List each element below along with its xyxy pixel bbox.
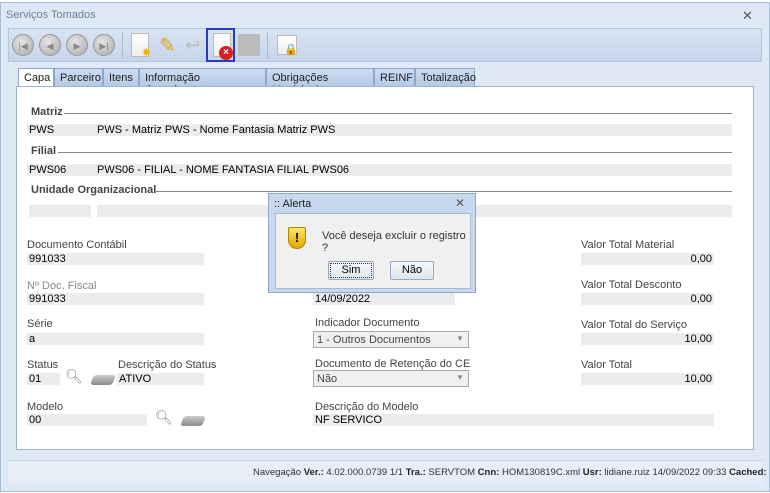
yes-button[interactable]: Sim: [328, 261, 374, 280]
doc-fiscal-field[interactable]: 991033: [27, 293, 204, 305]
indicador-label: Indicador Documento: [315, 317, 420, 329]
last-record-icon[interactable]: ▶|: [93, 34, 115, 56]
separator: [267, 32, 268, 58]
status-label: Status: [27, 359, 59, 371]
eraser-icon[interactable]: [90, 375, 116, 385]
status-tra-label: Tra.:: [405, 467, 426, 478]
indicador-value: 1 - Outros Documentos: [317, 334, 431, 346]
status-bar: Navegação Ver.: 4.02.000.0739 1/1 Tra.: …: [8, 460, 770, 484]
matriz-name: PWS - Matriz PWS - Nome Fantasia Matriz …: [97, 124, 336, 136]
section-unidade-organizacional: Unidade Organizacional: [31, 184, 157, 196]
status-usr: lidiane.ruiz: [604, 467, 650, 478]
status-cnn: HOM130819C.xml: [501, 467, 581, 478]
status-field[interactable]: 01: [27, 373, 60, 385]
tab-parceiro[interactable]: Parceiro: [54, 68, 103, 87]
modelo-label: Modelo: [27, 401, 64, 413]
undo-icon[interactable]: ↩: [185, 35, 200, 56]
window-title: Serviços Tomados: [6, 9, 96, 21]
modelo-field[interactable]: 00: [27, 414, 147, 426]
unidade-code-field[interactable]: [29, 205, 91, 217]
vt-material-label: Valor Total Material: [581, 239, 675, 251]
vt-desconto-field: 0,00: [581, 293, 714, 305]
warning-shield-icon: !: [288, 227, 306, 249]
save-disk-icon[interactable]: [238, 34, 260, 56]
vt-servico-field: 10,00: [581, 333, 714, 345]
desc-status-field: ATIVO: [117, 373, 204, 385]
status-datetime: 14/09/2022 09:33: [652, 467, 727, 478]
status-ver: 4.02.000.0739: [326, 467, 388, 478]
doc-contabil-label: Documento Contábil: [27, 239, 127, 251]
separator: [122, 32, 123, 58]
search-icon[interactable]: 🔍︎: [155, 409, 173, 426]
doc-contabil-field[interactable]: 991033: [27, 253, 204, 265]
tab-reinf[interactable]: REINF: [374, 68, 415, 87]
section-matriz: Matriz: [31, 106, 63, 118]
chevron-down-icon: ▼: [456, 334, 464, 343]
data-field[interactable]: 14/09/2022: [313, 293, 455, 305]
status-cached-label: Cached:: [729, 467, 767, 478]
tab-obrigacoes-municipais[interactable]: Obrigações Municipais: [266, 68, 374, 96]
retencao-select[interactable]: Não ▼: [313, 370, 469, 387]
status-nav: Navegação: [253, 467, 302, 478]
no-button[interactable]: Não: [390, 261, 434, 280]
status-cnn-label: Cnn:: [477, 467, 500, 478]
divider: [155, 191, 732, 192]
divider: [58, 152, 732, 153]
delete-x-icon: ×: [219, 46, 233, 60]
first-record-icon[interactable]: |◀: [12, 34, 34, 56]
tab-itens[interactable]: Itens: [103, 68, 139, 87]
retencao-value: Não: [317, 373, 338, 385]
dialog-message: Você deseja excluir o registro ?: [322, 230, 466, 254]
new-document-icon[interactable]: ✸: [131, 33, 151, 59]
divider: [64, 113, 732, 114]
vt-label: Valor Total: [581, 359, 632, 371]
vt-servico-label: Valor Total do Serviço: [581, 319, 687, 331]
vt-material-field: 0,00: [581, 253, 714, 265]
alert-dialog: :: Alerta ✕ ! Você deseja excluir o regi…: [268, 193, 476, 293]
eraser-icon[interactable]: [180, 416, 206, 426]
tab-totalizacao[interactable]: Totalização: [415, 68, 476, 87]
edit-pencil-icon[interactable]: ✎: [159, 33, 177, 57]
dialog-close-icon[interactable]: ✕: [455, 196, 465, 210]
section-filial: Filial: [31, 145, 57, 157]
status-usr-label: Usr:: [582, 467, 602, 478]
lock-icon[interactable]: 🔒: [277, 35, 298, 56]
serie-field[interactable]: a: [27, 333, 204, 345]
vt-desconto-label: Valor Total Desconto: [581, 279, 682, 291]
dialog-title: :: Alerta: [274, 198, 312, 210]
indicador-select[interactable]: 1 - Outros Documentos ▼: [313, 331, 469, 348]
tab-informacao-complementar[interactable]: Informação Complementar: [139, 68, 266, 96]
retencao-label: Documento de Retenção do CE: [315, 358, 471, 370]
close-icon[interactable]: ✕: [742, 8, 753, 24]
tab-capa[interactable]: Capa: [18, 68, 54, 88]
filial-code: PWS06: [29, 164, 67, 176]
doc-fiscal-label: Nº Doc. Fiscal: [27, 280, 97, 292]
desc-modelo-label: Descrição do Modelo: [315, 401, 419, 413]
previous-record-icon[interactable]: ◀: [39, 34, 61, 56]
desc-modelo-field: NF SERVICO: [313, 414, 714, 426]
dialog-body: ! Você deseja excluir o registro ? Sim N…: [275, 213, 471, 289]
filial-name: PWS06 - FILIAL - NOME FANTASIA FILIAL PW…: [97, 164, 350, 176]
delete-button[interactable]: ×: [206, 28, 235, 62]
toolbar: |◀ ◀ ▶ ▶| ✸ ✎ ↩ × 🔒: [8, 28, 762, 62]
serie-label: Série: [27, 318, 53, 330]
desc-status-label: Descrição do Status: [118, 359, 217, 371]
search-icon[interactable]: 🔍︎: [65, 368, 83, 385]
status-page: 1/1: [389, 467, 404, 478]
vt-field: 10,00: [581, 373, 714, 385]
status-tra: SERVTOM: [428, 467, 476, 478]
matriz-code: PWS: [29, 124, 55, 136]
chevron-down-icon: ▼: [456, 373, 464, 382]
status-ver-label: Ver.:: [303, 467, 324, 478]
next-record-icon[interactable]: ▶: [66, 34, 88, 56]
